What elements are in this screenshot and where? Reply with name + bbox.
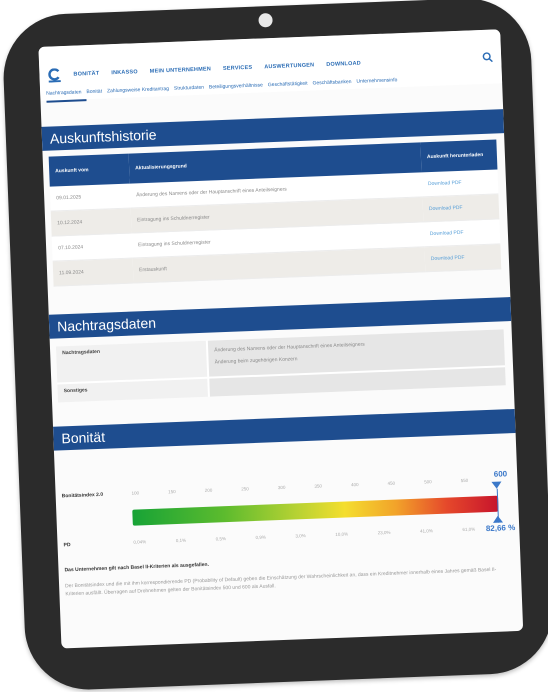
download-pdf-link[interactable]: Download PDF xyxy=(422,193,500,222)
nav-inkasso[interactable]: INKASSO xyxy=(111,69,138,76)
company-logo-icon[interactable] xyxy=(47,68,62,83)
pd-tick: 0,5% xyxy=(215,536,227,542)
subnav-strukturdaten[interactable]: Strukturdaten xyxy=(174,85,204,96)
nav-auswertungen[interactable]: AUSWERTUNGEN xyxy=(264,62,314,70)
history-table: Auskunft vom Aktualisierungsgrund Auskun… xyxy=(48,139,502,287)
pd-marker-icon xyxy=(492,515,504,523)
subnav-unternehmensinfo[interactable]: Unternehmensinfo xyxy=(356,77,397,89)
download-pdf-link[interactable]: Download PDF xyxy=(424,243,502,272)
section-header-bonitaet: Bonität xyxy=(53,408,516,451)
download-pdf-link[interactable]: Download PDF xyxy=(421,169,499,197)
nachtrag-panel: Nachtragsdaten Änderung des Namens oder … xyxy=(55,329,506,403)
index-tick: 250 xyxy=(241,486,249,492)
index-value: 600 xyxy=(493,469,508,479)
history-title: Auskunftshistorie xyxy=(49,126,157,147)
index-tick: 450 xyxy=(387,480,396,486)
camera-dot xyxy=(258,12,273,28)
subnav-bonitaet[interactable]: Bonität xyxy=(86,89,102,100)
pd-label: PD xyxy=(63,542,71,549)
nav-download[interactable]: DOWNLOAD xyxy=(326,61,361,68)
tablet-screen: BONITÄT INKASSO MEIN UNTERNEHMEN SERVICE… xyxy=(38,29,524,649)
index-tick: 300 xyxy=(277,484,286,491)
top-navigation: BONITÄT INKASSO MEIN UNTERNEHMEN SERVICE… xyxy=(38,29,503,103)
pd-tick: 61,0% xyxy=(462,526,476,533)
download-pdf-link[interactable]: Download PDF xyxy=(423,218,501,247)
index-tick: 150 xyxy=(168,489,176,495)
pd-tick: 23,0% xyxy=(377,529,391,536)
col-auskunft-herunterladen: Auskunft herunterladen xyxy=(420,139,498,173)
pd-tick: 0,9% xyxy=(255,534,266,541)
bonitaetsindex-label: Bonitätsindex 2.0 xyxy=(61,491,104,500)
history-table-panel: Auskunft vom Aktualisierungsgrund Auskun… xyxy=(48,139,502,287)
pd-tick: 10,0% xyxy=(335,531,349,537)
row-date: 09.01.2025 xyxy=(49,183,131,212)
index-tick: 400 xyxy=(350,482,359,488)
bonitaet-gradient-bar xyxy=(132,495,499,526)
index-tick: 350 xyxy=(314,483,323,489)
subnav-active-indicator xyxy=(46,99,87,103)
sonstiges-label: Sonstiges xyxy=(57,378,208,403)
pd-value: 82,66 % xyxy=(485,523,516,534)
col-auskunft-vom: Auskunft vom xyxy=(48,153,130,187)
pd-tick: 0,1% xyxy=(175,537,187,544)
pd-tick: 41,0% xyxy=(419,528,433,534)
index-tick: 200 xyxy=(204,487,213,493)
pd-scale: 0,04% 0,1% 0,5% 0,9% 3,0% 10,0% 23,0% 41… xyxy=(133,527,475,545)
subnav-zahlungsweise[interactable]: Zahlungsweise Kreditantrag xyxy=(107,86,169,98)
tablet-frame: BONITÄT INKASSO MEIN UNTERNEHMEN SERVICE… xyxy=(1,0,548,692)
row-date: 07.10.2024 xyxy=(51,233,133,262)
nachtrag-label: Nachtragsdaten xyxy=(55,340,208,383)
subnav-beteiligungen[interactable]: Beteiligungsverhältnisse xyxy=(209,82,263,94)
pd-tick: 0,04% xyxy=(133,539,147,545)
row-date: 11.09.2024 xyxy=(52,258,134,287)
sub-navigation: Nachtragsdaten Bonität Zahlungsweise Kre… xyxy=(40,73,502,101)
nav-bonitaet[interactable]: BONITÄT xyxy=(73,71,99,78)
subnav-geschaeftstaetigkeit[interactable]: Geschäftstätigkeit xyxy=(268,81,308,93)
search-icon[interactable] xyxy=(482,52,493,63)
nav-services[interactable]: SERVICES xyxy=(223,65,253,72)
index-scale: 100 150 200 250 300 350 400 450 500 550 xyxy=(132,477,498,496)
nachtrag-title: Nachtragsdaten xyxy=(56,314,157,335)
row-date: 10.12.2024 xyxy=(50,208,132,237)
bonitaet-title: Bonität xyxy=(61,428,106,447)
pd-tick: 3,0% xyxy=(295,533,306,539)
subnav-geschaeftsbanken[interactable]: Geschäftsbanken xyxy=(312,79,351,90)
index-tick: 550 xyxy=(460,477,469,484)
index-tick: 100 xyxy=(131,490,140,496)
index-tick: 500 xyxy=(424,479,432,485)
nav-mein-unternehmen[interactable]: MEIN UNTERNEHMEN xyxy=(150,66,211,74)
